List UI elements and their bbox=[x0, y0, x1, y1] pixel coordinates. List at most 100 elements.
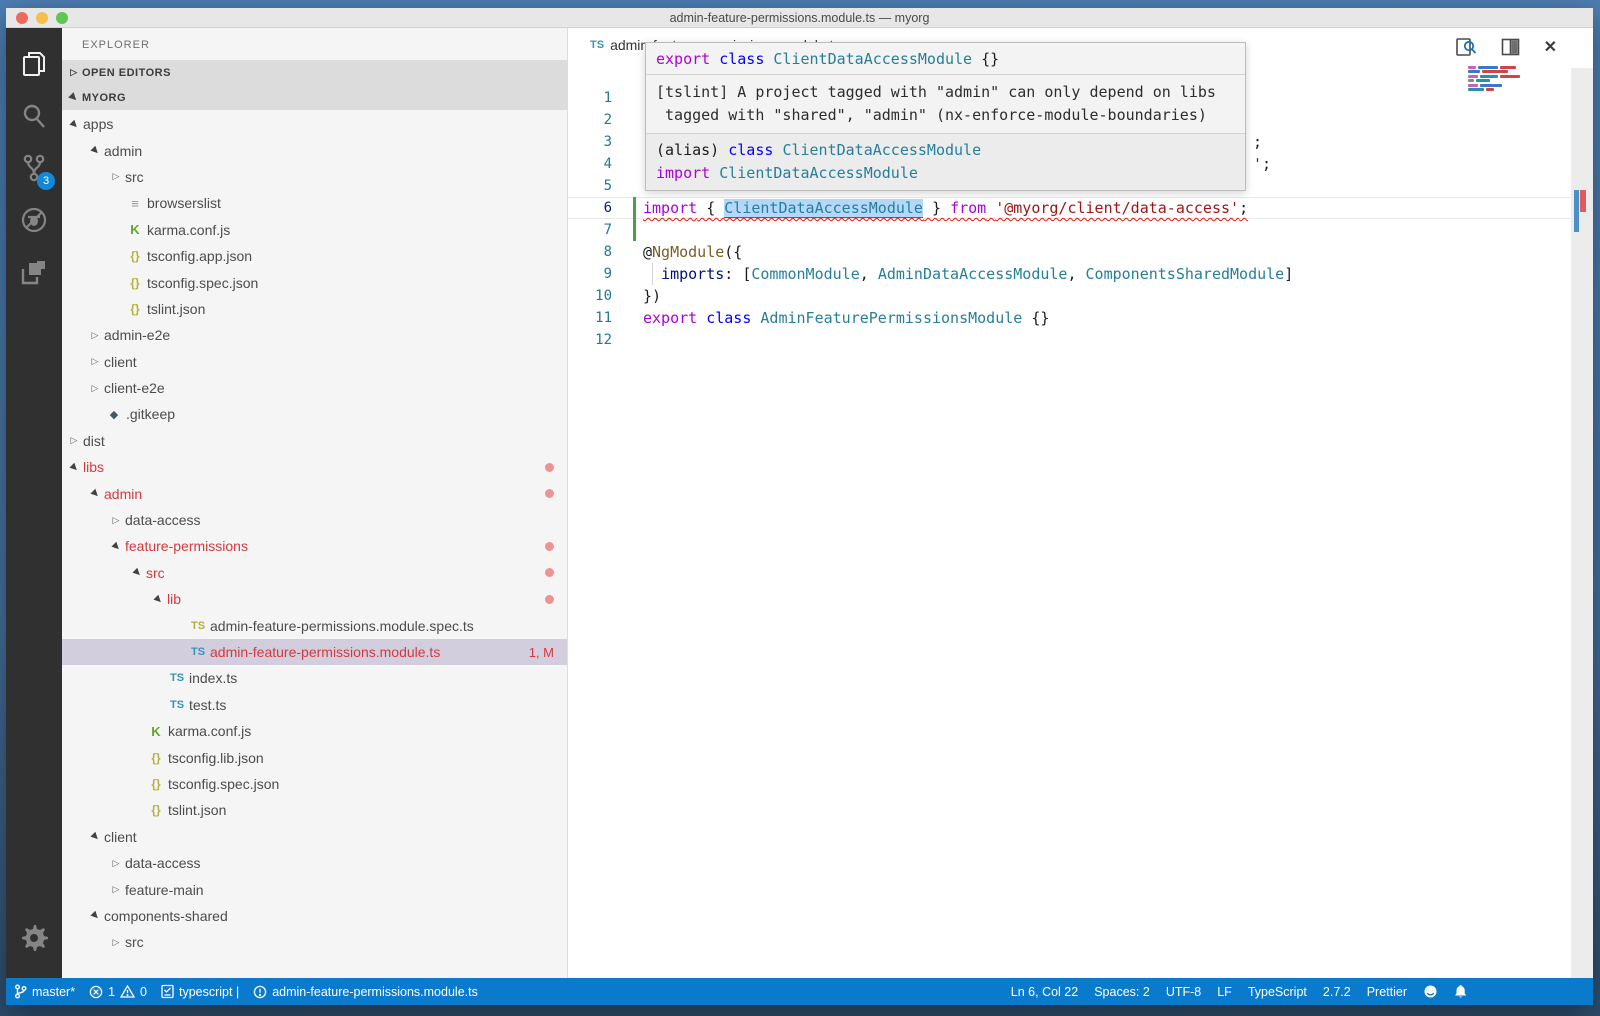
line-number: 4 bbox=[568, 153, 612, 175]
twisty-expanded-icon: ▶ bbox=[87, 488, 103, 499]
activitybar-extensions[interactable] bbox=[10, 246, 58, 298]
status-notifications[interactable] bbox=[1454, 984, 1467, 999]
status-git-branch[interactable]: master* bbox=[14, 984, 75, 999]
tree-folder-data-access[interactable]: ▷data-access bbox=[62, 850, 567, 876]
tree-file-karma.conf.js[interactable]: Kkarma.conf.js bbox=[62, 718, 567, 744]
tree-file-tslint.json[interactable]: {}tslint.json bbox=[62, 797, 567, 823]
tree-file-tsconfig.spec.json[interactable]: {}tsconfig.spec.json bbox=[62, 771, 567, 797]
activitybar-explorer[interactable] bbox=[10, 38, 58, 90]
activitybar-search[interactable] bbox=[10, 90, 58, 142]
modified-gutter-indicator bbox=[633, 219, 636, 241]
error-icon bbox=[89, 985, 103, 999]
tree-file-tslint.json[interactable]: {}tslint.json bbox=[62, 296, 567, 322]
line-number: 6 bbox=[568, 197, 612, 219]
status-formatter[interactable]: Prettier bbox=[1367, 985, 1407, 999]
minimize-window-button[interactable] bbox=[36, 12, 48, 24]
status-indentation[interactable]: Spaces: 2 bbox=[1094, 985, 1150, 999]
tree-folder-data-access[interactable]: ▷data-access bbox=[62, 507, 567, 533]
tree-folder-client-e2e[interactable]: ▷client-e2e bbox=[62, 375, 567, 401]
error-dot-icon bbox=[545, 595, 554, 604]
code-line-10[interactable]: 10}) bbox=[568, 285, 1571, 307]
twisty-collapsed-icon: ▷ bbox=[87, 356, 103, 367]
twisty-expanded-icon: ▶ bbox=[150, 594, 166, 605]
code-line-9[interactable]: 9 imports: [CommonModule, AdminDataAcces… bbox=[568, 263, 1571, 285]
window-controls bbox=[16, 12, 68, 24]
tree-file-index.ts[interactable]: TSindex.ts bbox=[62, 665, 567, 691]
json-file-icon: {} bbox=[124, 276, 146, 290]
code-line-6[interactable]: 6import { ClientDataAccessModule } from … bbox=[568, 197, 1571, 219]
status-encoding[interactable]: UTF-8 bbox=[1166, 985, 1201, 999]
tree-folder-admin[interactable]: ▶admin bbox=[62, 137, 567, 163]
status-linter-status[interactable]: typescript | bbox=[161, 984, 239, 999]
code-area[interactable]: 123;4';56import { ClientDataAccessModule… bbox=[568, 62, 1571, 978]
twisty-collapsed-icon: ▷ bbox=[108, 937, 124, 948]
bell-icon bbox=[1454, 984, 1467, 999]
tree-file-karma.conf.js[interactable]: Kkarma.conf.js bbox=[62, 217, 567, 243]
section-open-editors[interactable]: ▷ OPEN EDITORS bbox=[62, 60, 567, 85]
activitybar-debug[interactable] bbox=[10, 194, 58, 246]
status-problems[interactable]: 10 bbox=[89, 985, 147, 999]
tree-folder-feature-permissions[interactable]: ▶feature-permissions bbox=[62, 533, 567, 559]
status-language-mode[interactable]: TypeScript bbox=[1248, 985, 1307, 999]
close-editor-button[interactable]: ✕ bbox=[1544, 37, 1557, 57]
tree-file-tsconfig.spec.json[interactable]: {}tsconfig.spec.json bbox=[62, 269, 567, 295]
tree-file-tsconfig.lib.json[interactable]: {}tsconfig.lib.json bbox=[62, 744, 567, 770]
activitybar-manage[interactable] bbox=[10, 912, 58, 964]
code-text: imports: [CommonModule, AdminDataAccessM… bbox=[643, 263, 1293, 285]
section-workspace[interactable]: ▶ MYORG bbox=[62, 85, 567, 110]
problems-badge: 1, M bbox=[529, 645, 554, 660]
line-number: 11 bbox=[568, 307, 612, 329]
tree-file-.gitkeep[interactable]: ◆.gitkeep bbox=[62, 401, 567, 427]
status-ts-version[interactable]: 2.7.2 bbox=[1323, 985, 1351, 999]
tree-folder-libs[interactable]: ▶libs bbox=[62, 454, 567, 480]
line-number: 12 bbox=[568, 329, 612, 351]
ts-spec-file-icon: TS bbox=[187, 620, 209, 632]
code-text: '; bbox=[1253, 153, 1271, 175]
tree-file-admin-feature-permissions.module.spec.ts[interactable]: TSadmin-feature-permissions.module.spec.… bbox=[62, 612, 567, 638]
tree-item-label: tslint.json bbox=[147, 301, 205, 317]
hover-alias-info: (alias) class ClientDataAccessModuleimpo… bbox=[646, 134, 1245, 190]
zoom-window-button[interactable] bbox=[56, 12, 68, 24]
tree-folder-components-shared[interactable]: ▶components-shared bbox=[62, 903, 567, 929]
tree-item-label: admin bbox=[104, 486, 142, 502]
split-editor-button[interactable] bbox=[1501, 38, 1520, 56]
activitybar-source-control[interactable]: 3 bbox=[10, 142, 58, 194]
minimap[interactable] bbox=[1468, 66, 1534, 92]
overview-ruler[interactable] bbox=[1571, 68, 1593, 978]
tree-folder-src[interactable]: ▶src bbox=[62, 560, 567, 586]
tree-folder-client[interactable]: ▷client bbox=[62, 349, 567, 375]
code-line-11[interactable]: 11export class AdminFeaturePermissionsMo… bbox=[568, 307, 1571, 329]
tree-folder-dist[interactable]: ▷dist bbox=[62, 428, 567, 454]
code-line-8[interactable]: 8@NgModule({ bbox=[568, 241, 1571, 263]
tree-file-test.ts[interactable]: TStest.ts bbox=[62, 692, 567, 718]
tree-file-tsconfig.app.json[interactable]: {}tsconfig.app.json bbox=[62, 243, 567, 269]
tree-file-admin-feature-permissions.module.ts[interactable]: TSadmin-feature-permissions.module.ts1, … bbox=[62, 639, 567, 665]
tree-file-browserslist[interactable]: ≡browserslist bbox=[62, 190, 567, 216]
hover-lint-message: [tslint] A project tagged with "admin" c… bbox=[646, 74, 1245, 134]
status-active-file-problem[interactable]: admin-feature-permissions.module.ts bbox=[253, 985, 478, 999]
open-preview-button[interactable] bbox=[1455, 37, 1477, 57]
status-cursor-position[interactable]: Ln 6, Col 22 bbox=[1011, 985, 1078, 999]
close-window-button[interactable] bbox=[16, 12, 28, 24]
code-line-12[interactable]: 12 bbox=[568, 329, 1571, 351]
twisty-collapsed-icon: ▷ bbox=[87, 330, 103, 341]
ruler-modified-marker bbox=[1574, 190, 1579, 232]
tree-folder-feature-main[interactable]: ▷feature-main bbox=[62, 876, 567, 902]
twisty-expanded-icon: ▶ bbox=[108, 541, 124, 552]
status-eol[interactable]: LF bbox=[1217, 985, 1232, 999]
tree-folder-apps[interactable]: ▶apps bbox=[62, 111, 567, 137]
json-file-icon: {} bbox=[124, 302, 146, 316]
tree-folder-lib[interactable]: ▶lib bbox=[62, 586, 567, 612]
tree-folder-admin-e2e[interactable]: ▷admin-e2e bbox=[62, 322, 567, 348]
tree-folder-admin[interactable]: ▶admin bbox=[62, 480, 567, 506]
tree-folder-src[interactable]: ▷src bbox=[62, 929, 567, 955]
title-bar[interactable]: admin-feature-permissions.module.ts — my… bbox=[6, 8, 1593, 28]
tree-folder-src[interactable]: ▷src bbox=[62, 164, 567, 190]
tree-item-label: browserslist bbox=[147, 195, 221, 211]
tree-folder-client[interactable]: ▶client bbox=[62, 824, 567, 850]
ts-file-icon: TS bbox=[166, 699, 188, 711]
error-dot-icon bbox=[545, 542, 554, 551]
status-feedback[interactable] bbox=[1423, 984, 1438, 999]
editor-group: TS admin-feature-permissions.module.ts ✕… bbox=[568, 28, 1593, 978]
code-line-7[interactable]: 7 bbox=[568, 219, 1571, 241]
